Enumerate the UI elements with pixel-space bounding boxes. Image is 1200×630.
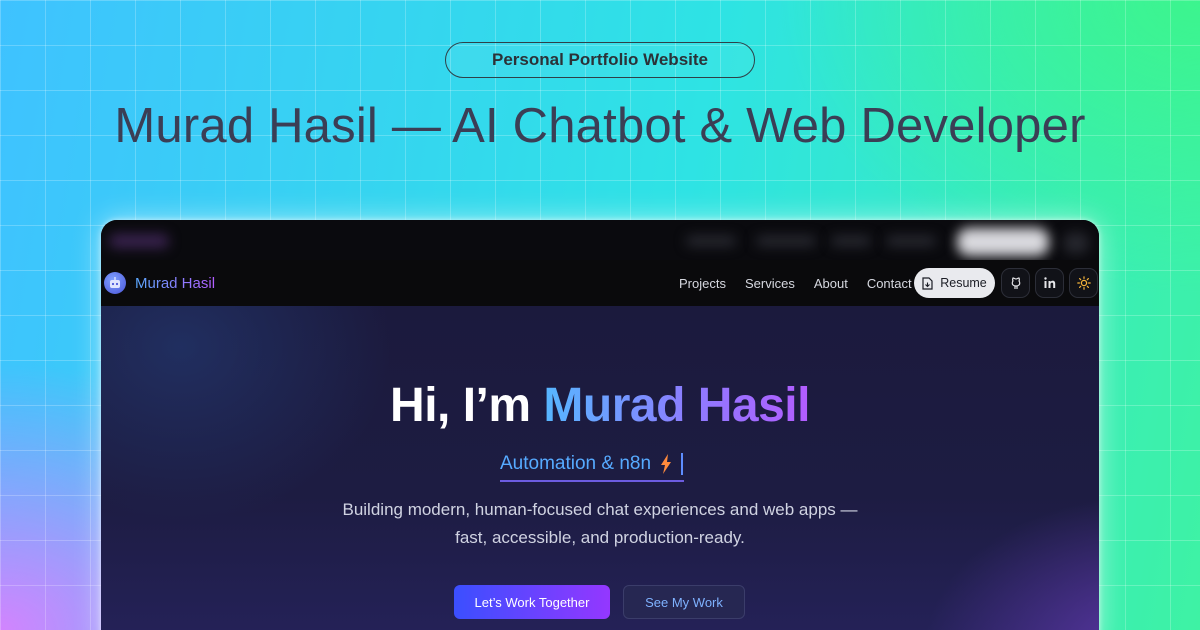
linkedin-button[interactable] xyxy=(1035,268,1064,298)
site-navbar: Murad Hasil Projects Services About Cont… xyxy=(101,260,1099,306)
typing-caret xyxy=(681,452,684,475)
resume-button[interactable]: Resume xyxy=(914,268,995,298)
github-icon xyxy=(1011,277,1020,289)
theme-toggle-button[interactable] xyxy=(1069,268,1098,298)
hero-name: Murad Hasil xyxy=(543,379,810,432)
nav-links: Projects Services About Contact xyxy=(679,260,931,306)
work-together-button[interactable]: Let’s Work Together xyxy=(454,585,610,619)
nav-link-projects[interactable]: Projects xyxy=(679,276,726,291)
linkedin-icon xyxy=(1043,277,1055,288)
tagline-line-2: fast, accessible, and production-ready. xyxy=(455,528,745,547)
blurred-top-bar xyxy=(101,220,1099,260)
tagline-line-1: Building modern, human-focused chat expe… xyxy=(342,500,858,519)
resume-label: Resume xyxy=(940,276,987,290)
robot-icon xyxy=(104,272,126,294)
lightning-bolt-icon xyxy=(661,453,672,474)
nav-link-contact[interactable]: Contact xyxy=(867,276,912,291)
category-badge-label: Personal Portfolio Website xyxy=(491,50,708,69)
sun-icon xyxy=(1076,276,1091,290)
category-badge: Personal Portfolio Website xyxy=(445,42,755,78)
site-brand[interactable]: Murad Hasil xyxy=(104,272,215,294)
hero-tagline: Building modern, human-focused chat expe… xyxy=(101,496,1099,552)
website-screenshot: Murad Hasil Projects Services About Cont… xyxy=(101,220,1099,630)
hero-section: Hi, I’m Murad Hasil Automation & n8n Bui… xyxy=(101,306,1099,630)
typed-role-text: Automation & n8n xyxy=(500,450,685,482)
nav-link-services[interactable]: Services xyxy=(745,276,795,291)
brand-name: Murad Hasil xyxy=(135,274,216,292)
document-icon xyxy=(922,276,933,290)
page-headline: Murad Hasil — AI Chatbot & Web Developer xyxy=(114,99,1086,153)
see-my-work-button[interactable]: See My Work xyxy=(623,585,745,619)
typed-role-label: Automation & n8n xyxy=(500,452,652,474)
hero-title: Hi, I’m Murad Hasil xyxy=(101,378,1099,433)
nav-link-about[interactable]: About xyxy=(814,276,848,291)
hero-greeting: Hi, I’m xyxy=(390,379,531,432)
github-button[interactable] xyxy=(1001,268,1030,298)
